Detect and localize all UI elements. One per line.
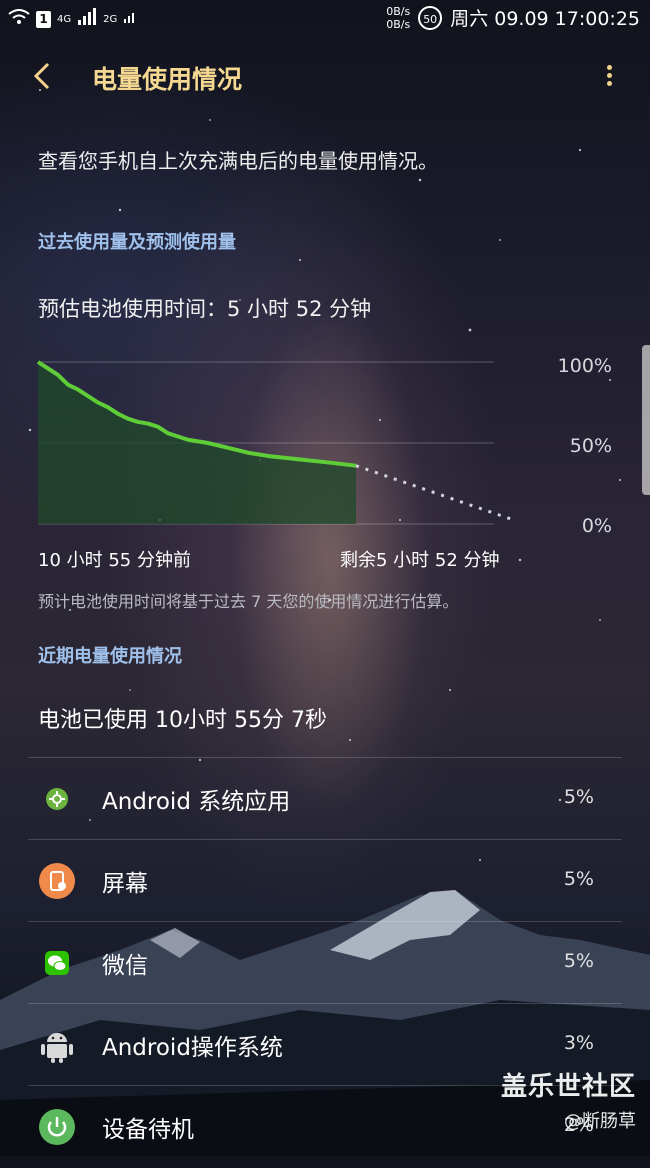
wifi-icon	[8, 9, 30, 29]
estimate-note: 预计电池使用时间将基于过去 7 天您的使用情况进行估算。	[38, 592, 459, 611]
signal-icon-2	[123, 10, 137, 28]
chevron-left-icon[interactable]	[30, 58, 62, 94]
status-bar: 1 4G 2G 0B/s 0B/s 50 周六 09.09 17:00:25	[0, 0, 650, 38]
watermark: 盖乐世社区 @断肠草	[501, 1066, 636, 1133]
battery-indicator: 50	[418, 5, 443, 30]
forecast-line	[355, 464, 517, 523]
more-vert-icon[interactable]	[604, 62, 614, 92]
sim-badge: 1	[36, 10, 51, 28]
app-row-wechat[interactable]: 微信 5%	[28, 921, 622, 1004]
scrollbar[interactable]	[642, 345, 650, 495]
app-percent: 5%	[563, 786, 594, 808]
app-name: 微信	[102, 953, 148, 979]
x-label-left: 10 小时 55 分钟前	[38, 550, 191, 571]
status-datetime: 周六 09.09 17:00:25	[450, 8, 640, 30]
screen-brightness-icon	[38, 862, 76, 900]
app-bar: 电量使用情况	[0, 48, 650, 108]
app-percent: 3%	[563, 1032, 594, 1054]
x-label-right: 剩余5 小时 52 分钟	[340, 550, 500, 571]
network-speed: 0B/s 0B/s	[386, 5, 410, 31]
watermark-author: @断肠草	[564, 1111, 636, 1132]
battery-estimate: 预估电池使用时间：5 小时 52 分钟	[38, 297, 372, 321]
app-name: Android 系统应用	[102, 789, 291, 815]
section-heading-recent-usage: 近期电量使用情况	[38, 646, 182, 667]
signal-icon	[77, 8, 97, 30]
app-name: 屏幕	[102, 871, 148, 897]
app-name: Android操作系统	[102, 1035, 283, 1061]
watermark-site: 盖乐世社区	[500, 1072, 636, 1102]
page-description: 查看您手机自上次充满电后的电量使用情况。	[38, 149, 438, 173]
network-type: 4G	[57, 13, 72, 25]
y-tick-0: 0%	[582, 515, 612, 537]
page-title: 电量使用情况	[92, 65, 243, 94]
speed-up: 0B/s	[386, 4, 411, 18]
app-name: 设备待机	[102, 1117, 194, 1143]
app-row-screen[interactable]: 屏幕 5%	[28, 839, 622, 922]
y-tick-50: 50%	[570, 435, 612, 457]
power-standby-icon	[38, 1108, 76, 1146]
section-heading-usage-forecast: 过去使用量及预测使用量	[38, 232, 236, 253]
network-type-2g: 2G	[103, 13, 118, 25]
wechat-icon	[38, 944, 76, 982]
battery-used-time: 电池已使用 10小时 55分 7秒	[38, 708, 327, 733]
app-percent: 5%	[563, 868, 594, 890]
battery-usage-chart: 100% 50% 0%	[36, 355, 612, 537]
android-robot-icon	[38, 1026, 76, 1064]
app-row-android-system[interactable]: Android 系统应用 5%	[28, 757, 622, 840]
app-percent: 5%	[563, 950, 594, 972]
y-tick-100: 100%	[558, 355, 612, 377]
speed-down: 0B/s	[386, 17, 411, 31]
android-system-gear-icon	[38, 780, 76, 818]
